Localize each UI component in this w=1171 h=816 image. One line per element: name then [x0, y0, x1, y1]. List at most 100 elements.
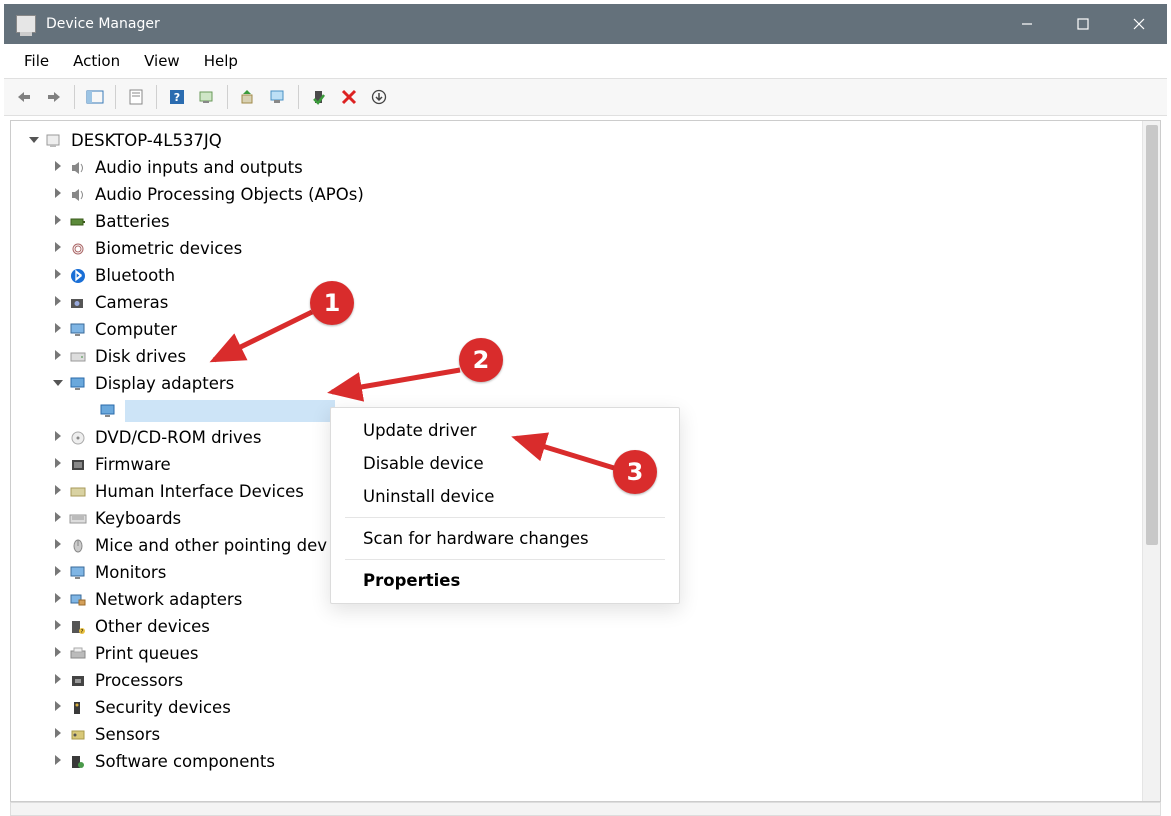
- expand-arrow-icon[interactable]: [49, 212, 67, 232]
- tree-category-label: Sensors: [95, 721, 160, 748]
- tree-category-battery[interactable]: Batteries: [21, 208, 1142, 235]
- tree-category-label: Firmware: [95, 451, 171, 478]
- tree-category-camera[interactable]: Cameras: [21, 289, 1142, 316]
- enable-device-button[interactable]: [305, 83, 333, 111]
- menu-help[interactable]: Help: [192, 48, 250, 74]
- tree-category-fingerprint[interactable]: Biometric devices: [21, 235, 1142, 262]
- speaker-icon: [67, 185, 89, 205]
- fingerprint-icon: [67, 239, 89, 259]
- menubar: File Action View Help: [4, 44, 1167, 78]
- tree-category-label: Security devices: [95, 694, 231, 721]
- annotation-arrow-1: [202, 302, 322, 372]
- mouse-icon: [67, 536, 89, 556]
- horizontal-scrollbar[interactable]: [10, 802, 1161, 816]
- update-driver-button[interactable]: [234, 83, 262, 111]
- other-icon: ?: [67, 617, 89, 637]
- expand-arrow-icon[interactable]: [49, 536, 67, 556]
- tree-root-label: DESKTOP-4L537JQ: [71, 127, 222, 154]
- tree-category-label: Biometric devices: [95, 235, 242, 262]
- expand-arrow-icon[interactable]: [49, 428, 67, 448]
- expand-arrow-icon[interactable]: [25, 131, 43, 151]
- back-button[interactable]: [10, 83, 38, 111]
- tree-category-label: Print queues: [95, 640, 199, 667]
- toolbar-separator: [115, 85, 116, 109]
- tree-root[interactable]: DESKTOP-4L537JQ: [21, 127, 1142, 154]
- tree-category-label: Batteries: [95, 208, 170, 235]
- uninstall-device-button[interactable]: [335, 83, 363, 111]
- tree-category-label: Display adapters: [95, 370, 234, 397]
- toolbar-separator: [227, 85, 228, 109]
- tree-category-label: Processors: [95, 667, 183, 694]
- expand-arrow-icon[interactable]: [49, 347, 67, 367]
- tree-category-disk[interactable]: Disk drives: [21, 343, 1142, 370]
- expand-arrow-icon[interactable]: [49, 266, 67, 286]
- tree-category-speaker[interactable]: Audio inputs and outputs: [21, 154, 1142, 181]
- expand-arrow-icon[interactable]: [49, 590, 67, 610]
- tree-category-label: Mice and other pointing dev: [95, 532, 327, 559]
- minimize-button[interactable]: [999, 4, 1055, 44]
- tree-category-label: DVD/CD-ROM drives: [95, 424, 261, 451]
- expand-arrow-icon[interactable]: [49, 374, 67, 394]
- scan-hardware-changes-button[interactable]: [193, 83, 221, 111]
- tree-category-display[interactable]: Display adapters: [21, 370, 1142, 397]
- expand-arrow-icon[interactable]: [49, 698, 67, 718]
- tree-category-label: Software components: [95, 748, 275, 775]
- scrollbar-thumb[interactable]: [1146, 125, 1158, 545]
- tree-category-printer[interactable]: Print queues: [21, 640, 1142, 667]
- tree-category-cpu[interactable]: Processors: [21, 667, 1142, 694]
- context-menu-properties[interactable]: Properties: [331, 564, 679, 597]
- optical-icon: [67, 428, 89, 448]
- expand-arrow-icon[interactable]: [49, 293, 67, 313]
- tree-category-software[interactable]: Software components: [21, 748, 1142, 775]
- tree-category-other[interactable]: ?Other devices: [21, 613, 1142, 640]
- svg-text:?: ?: [81, 629, 84, 635]
- expand-arrow-icon[interactable]: [49, 158, 67, 178]
- expand-arrow-icon[interactable]: [49, 752, 67, 772]
- expand-arrow-icon[interactable]: [49, 725, 67, 745]
- forward-button[interactable]: [40, 83, 68, 111]
- tree-category-sensor[interactable]: Sensors: [21, 721, 1142, 748]
- expand-arrow-icon[interactable]: [49, 563, 67, 583]
- expand-arrow-icon[interactable]: [49, 239, 67, 259]
- add-legacy-hardware-button[interactable]: [365, 83, 393, 111]
- expand-arrow-icon[interactable]: [49, 482, 67, 502]
- menu-action[interactable]: Action: [61, 48, 132, 74]
- tree-category-label: Network adapters: [95, 586, 242, 613]
- tree-category-label: Computer: [95, 316, 177, 343]
- tree-category-monitor[interactable]: Computer: [21, 316, 1142, 343]
- expand-arrow-icon[interactable]: [49, 320, 67, 340]
- disk-icon: [67, 347, 89, 367]
- close-button[interactable]: [1111, 4, 1167, 44]
- expand-arrow-icon[interactable]: [49, 644, 67, 664]
- disable-device-button[interactable]: [264, 83, 292, 111]
- expand-arrow-icon[interactable]: [49, 185, 67, 205]
- expand-arrow-icon[interactable]: [49, 671, 67, 691]
- menu-file[interactable]: File: [12, 48, 61, 74]
- properties-button[interactable]: [122, 83, 150, 111]
- vertical-scrollbar[interactable]: [1142, 121, 1160, 801]
- expand-arrow-icon[interactable]: [49, 455, 67, 475]
- tree-category-label: Audio Processing Objects (APOs): [95, 181, 364, 208]
- expand-arrow-icon[interactable]: [49, 509, 67, 529]
- tree-category-speaker[interactable]: Audio Processing Objects (APOs): [21, 181, 1142, 208]
- tree-category-label: Bluetooth: [95, 262, 175, 289]
- show-hide-tree-button[interactable]: [81, 83, 109, 111]
- computer-icon: [43, 131, 65, 151]
- svg-text:?: ?: [174, 91, 180, 104]
- tree-category-bluetooth[interactable]: Bluetooth: [21, 262, 1142, 289]
- context-menu-separator: [345, 559, 665, 560]
- annotation-arrow-3: [504, 428, 624, 478]
- network-icon: [67, 590, 89, 610]
- expand-arrow-icon[interactable]: [49, 617, 67, 637]
- sensor-icon: [67, 725, 89, 745]
- toolbar: ?: [4, 78, 1167, 116]
- cpu-icon: [67, 671, 89, 691]
- maximize-button[interactable]: [1055, 4, 1111, 44]
- tree-category-security[interactable]: Security devices: [21, 694, 1142, 721]
- bluetooth-icon: [67, 266, 89, 286]
- annotation-badge-2: 2: [459, 338, 503, 382]
- help-button[interactable]: ?: [163, 83, 191, 111]
- context-menu-scan[interactable]: Scan for hardware changes: [331, 522, 679, 555]
- app-icon: [16, 15, 36, 33]
- menu-view[interactable]: View: [132, 48, 192, 74]
